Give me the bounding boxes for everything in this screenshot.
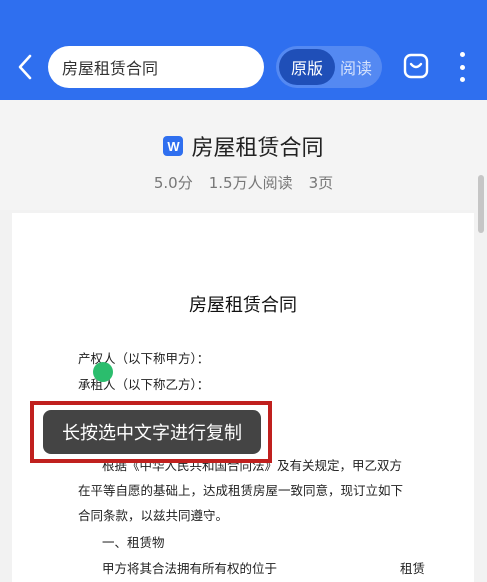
section-heading: 一、租赁物 <box>102 535 165 550</box>
page-count: 3页 <box>308 174 334 192</box>
more-button[interactable] <box>454 52 470 82</box>
selection-handle[interactable] <box>93 362 113 382</box>
document-info: W 房屋租赁合同 5.0分 1.5万人阅读 3页 <box>0 100 487 210</box>
paragraph-line-end: 租赁 <box>400 561 426 576</box>
word-doc-icon: W <box>163 136 184 156</box>
copy-hint-tooltip: 长按选中文字进行复制 <box>43 410 261 454</box>
bag-button[interactable] <box>402 52 430 80</box>
back-button[interactable] <box>12 50 38 84</box>
top-app-bar: 房屋租赁合同 原版 阅读 <box>0 0 487 100</box>
rating: 5.0分 <box>153 174 193 192</box>
page-title: 房屋租赁合同 <box>189 295 297 316</box>
paragraph-line: 合同条款，以兹共同遵守。 <box>78 508 229 523</box>
paragraph-line: 甲方将其合法拥有所有权的位于 <box>102 561 278 576</box>
view-mode-toggle[interactable]: 原版 阅读 <box>276 46 382 88</box>
scrollbar[interactable] <box>478 175 484 233</box>
document-page: 房屋租赁合同 产权人（以下称甲方）： 承租人（以下称乙方）： 根据《中华人民共和… <box>12 213 474 582</box>
read-count: 1.5万人阅读 <box>208 174 293 192</box>
chevron-left-icon <box>18 54 32 80</box>
tab-original[interactable]: 原版 <box>279 49 335 85</box>
search-input[interactable]: 房屋租赁合同 <box>48 46 264 88</box>
tab-reading[interactable]: 阅读 <box>335 49 377 85</box>
more-vertical-icon <box>459 52 465 57</box>
document-title: 房屋租赁合同 <box>191 136 324 161</box>
document-title-row: W 房屋租赁合同 <box>0 130 487 162</box>
document-meta: 5.0分 1.5万人阅读 3页 <box>0 172 487 193</box>
bag-icon <box>403 53 429 79</box>
paragraph-line: 在平等自愿的基础上，达成租赁房屋一致同意，现订立如下 <box>78 483 404 498</box>
search-text: 房屋租赁合同 <box>62 59 159 78</box>
